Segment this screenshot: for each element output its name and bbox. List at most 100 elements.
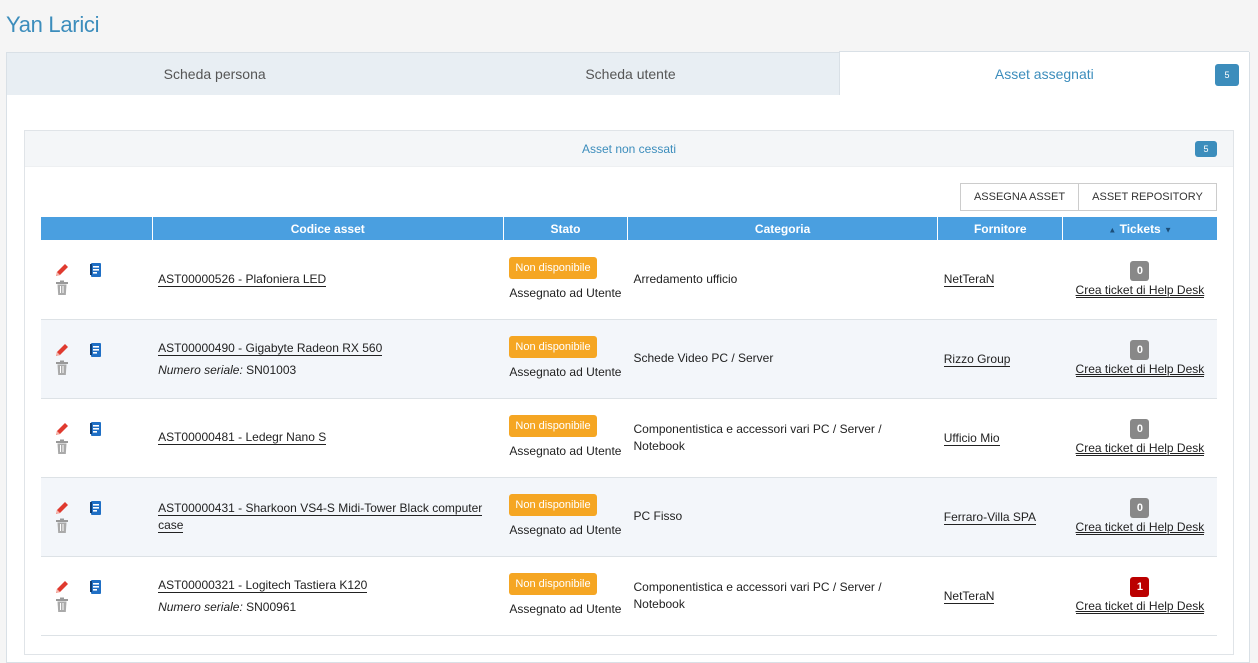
asset-panel: Asset non cessati 5 ASSEGNA ASSET ASSET … bbox=[24, 130, 1234, 655]
panel-header[interactable]: Asset non cessati 5 bbox=[25, 131, 1233, 167]
create-ticket-link[interactable]: Crea ticket di Help Desk bbox=[1075, 441, 1205, 456]
table-row: AST00000431 - Sharkoon VS4-S Midi-Tower … bbox=[41, 477, 1217, 557]
status-badge: Non disponibile bbox=[509, 573, 597, 595]
trash-icon[interactable] bbox=[53, 517, 71, 535]
tickets-cell: 1 Crea ticket di Help Desk bbox=[1062, 556, 1217, 636]
col-codice-asset[interactable]: Codice asset bbox=[152, 217, 504, 240]
table-row: AST00000526 - Plafoniera LED Non disponi… bbox=[41, 240, 1217, 320]
supplier-cell: Ferraro-Villa SPA bbox=[937, 477, 1063, 557]
asset-code-link[interactable]: AST00000526 - Plafoniera LED bbox=[158, 271, 327, 287]
ticket-count-badge: 0 bbox=[1130, 260, 1150, 281]
status-badge: Non disponibile bbox=[509, 494, 597, 516]
panel-title: Asset non cessati bbox=[581, 141, 677, 156]
status-detail: Assegnato ad Utente bbox=[509, 523, 622, 537]
status-badge: Non disponibile bbox=[509, 336, 597, 358]
tab-scheda-utente[interactable]: Scheda utente bbox=[422, 53, 838, 95]
asset-code-cell: AST00000321 - Logitech Tastiera K120 Num… bbox=[152, 556, 504, 636]
asset-code-cell: AST00000481 - Ledegr Nano S bbox=[152, 398, 504, 478]
tickets-cell: 0 Crea ticket di Help Desk bbox=[1062, 319, 1217, 399]
status-cell: Non disponibile Assegnato ad Utente bbox=[503, 240, 628, 320]
document-icon[interactable] bbox=[87, 341, 105, 359]
trash-icon[interactable] bbox=[53, 359, 71, 377]
asset-code-cell: AST00000526 - Plafoniera LED bbox=[152, 240, 504, 320]
ticket-count-badge: 1 bbox=[1130, 577, 1150, 597]
asset-code-link[interactable]: AST00000490 - Gigabyte Radeon RX 560 bbox=[158, 341, 383, 356]
col-actions bbox=[41, 217, 153, 240]
create-ticket-link[interactable]: Crea ticket di Help Desk bbox=[1075, 599, 1205, 614]
tickets-cell: 0 Crea ticket di Help Desk bbox=[1062, 240, 1217, 320]
asset-code-cell: AST00000431 - Sharkoon VS4-S Midi-Tower … bbox=[152, 477, 504, 557]
tab-scheda-persona[interactable]: Scheda persona bbox=[7, 53, 422, 95]
tab-content: Asset non cessati 5 ASSEGNA ASSET ASSET … bbox=[6, 95, 1250, 663]
sort-desc-icon[interactable]: ▼ bbox=[1164, 225, 1172, 234]
serial-value: SN01003 bbox=[246, 363, 297, 377]
sort-asc-icon[interactable]: ▲ bbox=[1108, 225, 1116, 234]
supplier-link[interactable]: Ufficio Mio bbox=[943, 430, 1000, 446]
supplier-link[interactable]: Rizzo Group bbox=[943, 351, 1011, 367]
row-actions bbox=[41, 556, 153, 636]
category-cell: Componentistica e accessori vari PC / Se… bbox=[627, 556, 938, 636]
supplier-cell: NetTeraN bbox=[937, 556, 1063, 636]
supplier-link[interactable]: NetTeraN bbox=[943, 588, 995, 604]
status-cell: Non disponibile Assegnato ad Utente bbox=[503, 319, 628, 399]
supplier-cell: NetTeraN bbox=[937, 240, 1063, 320]
asset-code-link[interactable]: AST00000431 - Sharkoon VS4-S Midi-Tower … bbox=[158, 500, 483, 533]
status-detail: Assegnato ad Utente bbox=[509, 365, 622, 379]
asset-code-link[interactable]: AST00000321 - Logitech Tastiera K120 bbox=[158, 578, 368, 593]
category-cell: Componentistica e accessori vari PC / Se… bbox=[627, 398, 938, 478]
document-icon[interactable] bbox=[87, 261, 105, 279]
table-row: AST00000321 - Logitech Tastiera K120 Num… bbox=[41, 556, 1217, 636]
pencil-icon[interactable] bbox=[53, 499, 71, 517]
assign-asset-button[interactable]: ASSEGNA ASSET bbox=[960, 183, 1079, 211]
col-categoria[interactable]: Categoria bbox=[627, 217, 939, 240]
status-detail: Assegnato ad Utente bbox=[509, 285, 622, 300]
col-stato[interactable]: Stato bbox=[503, 217, 628, 240]
trash-icon[interactable] bbox=[53, 596, 71, 614]
pencil-icon[interactable] bbox=[53, 261, 71, 279]
document-icon[interactable] bbox=[87, 499, 105, 517]
create-ticket-link[interactable]: Crea ticket di Help Desk bbox=[1075, 362, 1205, 377]
col-tickets-label: Tickets bbox=[1119, 221, 1161, 236]
ticket-count-badge: 0 bbox=[1130, 340, 1150, 360]
tab-bar: Scheda persona Scheda utente Asset asseg… bbox=[6, 51, 1250, 96]
pencil-icon[interactable] bbox=[53, 578, 71, 596]
category-cell: Arredamento ufficio bbox=[627, 240, 938, 320]
page-title: Yan Larici bbox=[6, 12, 100, 37]
document-icon[interactable] bbox=[87, 420, 105, 438]
col-tickets[interactable]: ▲ Tickets ▼ bbox=[1062, 217, 1217, 240]
row-actions bbox=[41, 477, 153, 557]
supplier-cell: Ufficio Mio bbox=[937, 398, 1063, 478]
status-badge: Non disponibile bbox=[509, 415, 597, 437]
tab-count-badge: 5 bbox=[1215, 64, 1239, 86]
status-detail: Assegnato ad Utente bbox=[509, 602, 622, 616]
supplier-link[interactable]: Ferraro-Villa SPA bbox=[943, 509, 1036, 525]
panel-count-badge: 5 bbox=[1195, 141, 1217, 157]
category-cell: PC Fisso bbox=[627, 477, 938, 557]
create-ticket-link[interactable]: Crea ticket di Help Desk bbox=[1075, 520, 1205, 535]
status-detail: Assegnato ad Utente bbox=[509, 444, 622, 458]
status-cell: Non disponibile Assegnato ad Utente bbox=[503, 556, 628, 636]
serial-line: Numero seriale: SN00961 bbox=[158, 600, 497, 614]
pencil-icon[interactable] bbox=[53, 420, 71, 438]
ticket-count-badge: 0 bbox=[1130, 419, 1150, 439]
table-row: AST00000490 - Gigabyte Radeon RX 560 Num… bbox=[41, 319, 1217, 399]
ticket-count-badge: 0 bbox=[1130, 498, 1150, 518]
document-icon[interactable] bbox=[87, 578, 105, 596]
trash-icon[interactable] bbox=[53, 279, 71, 297]
trash-icon[interactable] bbox=[53, 438, 71, 456]
row-actions bbox=[41, 398, 153, 478]
asset-repository-button[interactable]: ASSET REPOSITORY bbox=[1079, 183, 1217, 211]
serial-value: SN00961 bbox=[246, 600, 297, 614]
tab-asset-assegnati[interactable]: Asset assegnati 5 bbox=[838, 51, 1249, 96]
create-ticket-link[interactable]: Crea ticket di Help Desk bbox=[1075, 283, 1205, 298]
col-fornitore[interactable]: Fornitore bbox=[937, 217, 1064, 240]
status-cell: Non disponibile Assegnato ad Utente bbox=[503, 477, 628, 557]
row-actions bbox=[41, 319, 153, 399]
asset-code-link[interactable]: AST00000481 - Ledegr Nano S bbox=[158, 430, 327, 445]
supplier-link[interactable]: NetTeraN bbox=[943, 272, 995, 288]
pencil-icon[interactable] bbox=[53, 341, 71, 359]
serial-label: Numero seriale: bbox=[158, 363, 243, 377]
asset-code-cell: AST00000490 - Gigabyte Radeon RX 560 Num… bbox=[152, 319, 504, 399]
status-cell: Non disponibile Assegnato ad Utente bbox=[503, 398, 628, 478]
tab-label: Asset assegnati bbox=[994, 66, 1094, 82]
